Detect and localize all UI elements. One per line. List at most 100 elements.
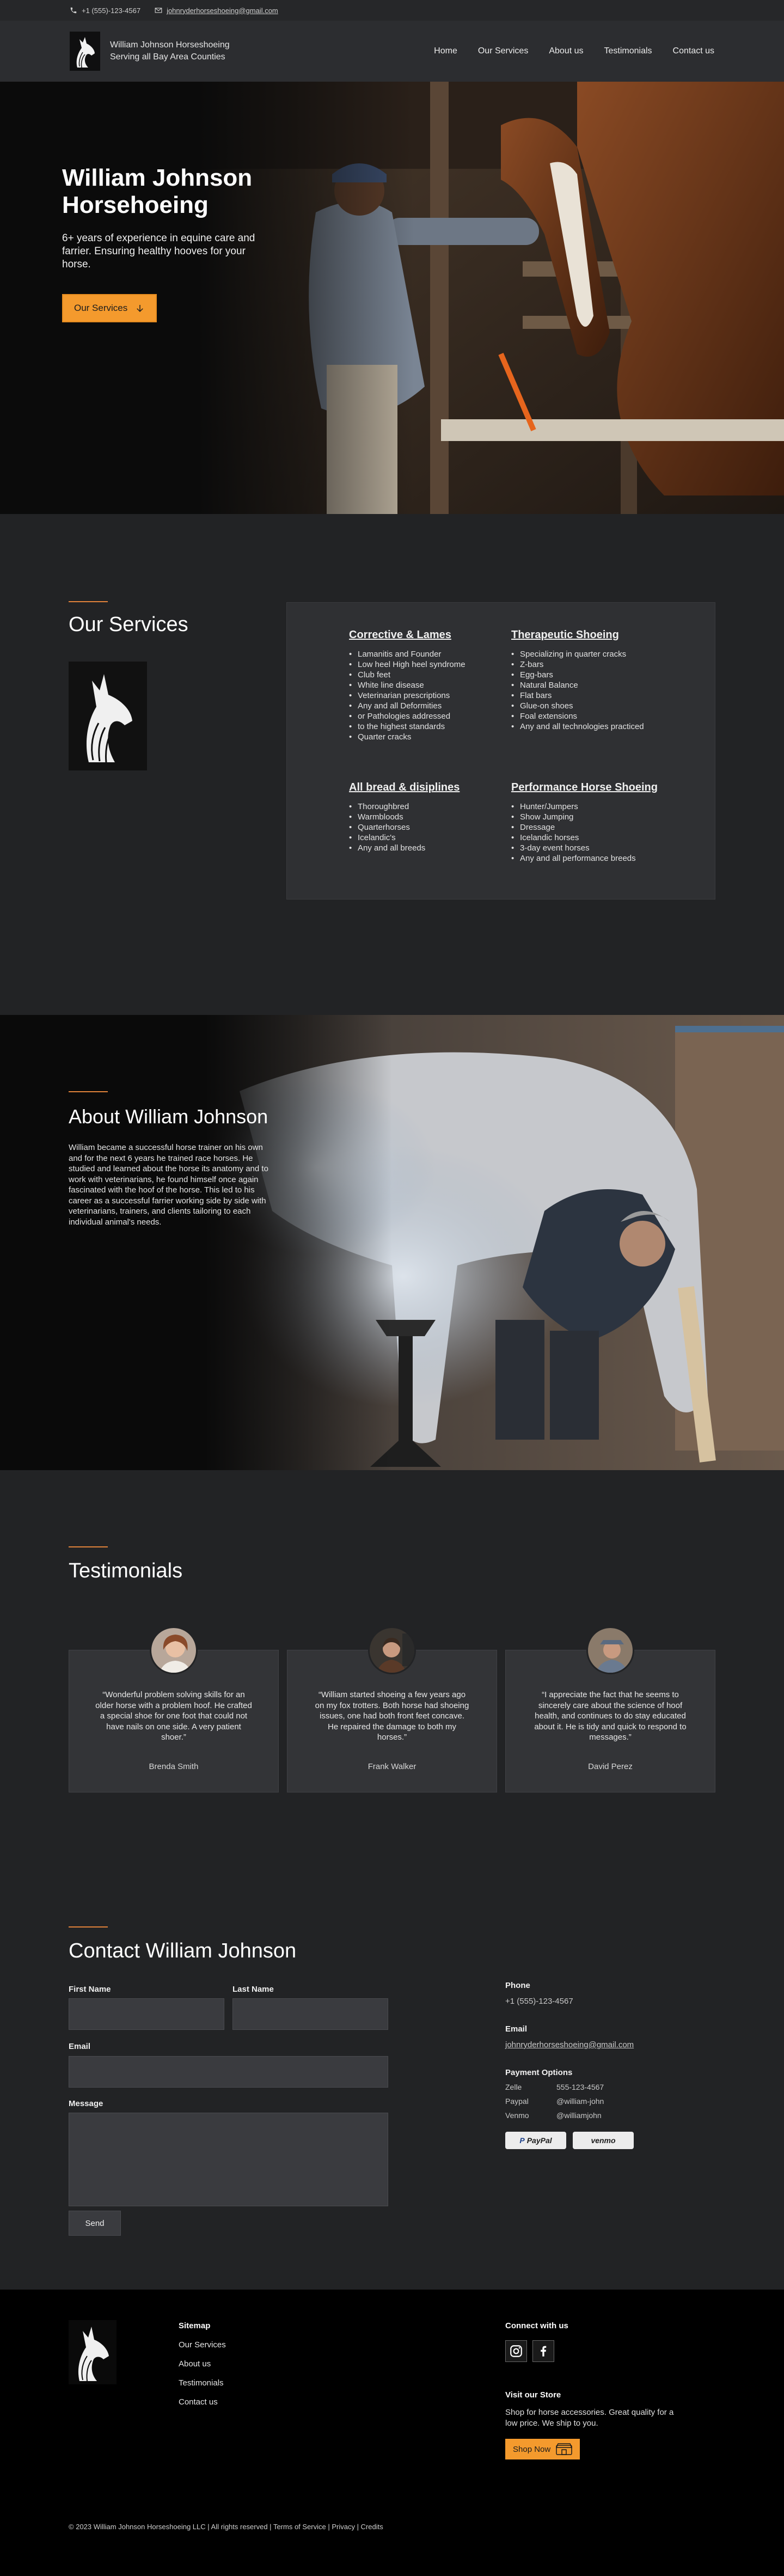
email-field[interactable]	[69, 2056, 388, 2088]
email-value[interactable]: johnryderhorseshoeing@gmail.com	[505, 2040, 723, 2049]
hero-title: William Johnson Horsehoeing	[62, 164, 253, 218]
about-body: William became a successful horse traine…	[69, 1143, 268, 1227]
contact-title: Contact William Johnson	[69, 1939, 297, 1962]
service-item: Warmbloods	[349, 812, 460, 822]
service-item: Club feet	[349, 670, 465, 680]
contact-heading-block: Contact William Johnson	[69, 1926, 296, 1963]
service-item: Glue-on shoes	[511, 701, 644, 711]
service-item: Foal extensions	[511, 711, 644, 721]
phone-value[interactable]: +1 (555)-123-4567	[505, 1997, 723, 2006]
brand-name: William Johnson Horseshoeing	[110, 40, 230, 50]
service-item: Icelandic's	[349, 833, 460, 843]
payment-list: Zelle 555-123-4567 Paypal @william-john Ve…	[505, 2083, 723, 2120]
paypal-badge-label: PayPal	[526, 2136, 552, 2145]
horse-head-image	[69, 662, 147, 770]
copyright-text: © 2023 William Johnson Horseshoeing LLC …	[69, 2523, 383, 2531]
service-list: Thoroughbred Warmbloods Quarterhorses Ic…	[349, 801, 460, 853]
contact-info: Phone +1 (555)-123-4567 Email johnryderh…	[505, 1981, 723, 2149]
service-item: Natural Balance	[511, 680, 644, 690]
main-nav: Home Our Services About us Testimonials …	[434, 44, 714, 58]
horse-logo-icon[interactable]	[69, 2320, 117, 2384]
footer-link-about-us[interactable]: About us	[179, 2359, 226, 2369]
avatar	[150, 1626, 198, 1674]
phone-icon	[70, 7, 77, 14]
avatar	[586, 1626, 634, 1674]
our-services-button[interactable]: Our Services	[62, 294, 157, 322]
phone-label: Phone	[505, 1981, 530, 1990]
hero-content: William Johnson Horsehoeing 6+ years of …	[62, 164, 258, 322]
testimonial-quote: “William started shoeing a few years ago…	[315, 1690, 469, 1742]
footer-connect: Connect with us Visit our Store Shop for…	[505, 2321, 685, 2459]
testimonial-author: Brenda Smith	[149, 1762, 199, 1771]
service-list: Lamanitis and Founder Low heel High heel…	[349, 649, 465, 742]
facebook-icon	[541, 2346, 547, 2357]
payment-row: Paypal @william-john	[505, 2097, 723, 2106]
site-footer: Sitemap Our Services About us Testimonia…	[0, 2290, 784, 2576]
service-heading: Performance Horse Shoeing	[511, 781, 658, 793]
social-links	[505, 2340, 685, 2362]
phone-contact[interactable]: +1 (555)-123-4567	[70, 7, 140, 15]
footer-link-our-services[interactable]: Our Services	[179, 2340, 226, 2349]
service-item: White line disease	[349, 680, 465, 690]
service-item: Any and all technologies practiced	[511, 721, 644, 732]
message-label: Message	[69, 2099, 103, 2108]
email-label: Email	[69, 2042, 91, 2051]
email-contact[interactable]: johnryderhorseshoeing@gmail.com	[155, 7, 278, 15]
mail-icon	[155, 8, 162, 13]
instagram-button[interactable]	[505, 2340, 527, 2362]
venmo-badge[interactable]: venmo	[573, 2132, 634, 2149]
nav-home[interactable]: Home	[434, 44, 457, 58]
message-field[interactable]	[69, 2113, 388, 2206]
send-button[interactable]: Send	[69, 2211, 121, 2236]
payment-method: Zelle	[505, 2083, 522, 2091]
email-info-label: Email	[505, 2024, 528, 2034]
service-list: Specializing in quarter cracks Z-bars Eg…	[511, 649, 644, 732]
shop-now-button[interactable]: Shop Now	[505, 2439, 580, 2459]
nav-about-us[interactable]: About us	[549, 44, 583, 58]
nav-our-services[interactable]: Our Services	[478, 44, 528, 58]
footer-link-contact-us[interactable]: Contact us	[179, 2397, 226, 2407]
brand-text: William Johnson Horseshoeing Serving all…	[110, 39, 230, 63]
email-link[interactable]: johnryderhorseshoeing@gmail.com	[167, 7, 278, 15]
service-heading: All bread & disiplines	[349, 781, 460, 793]
services-heading-block: Our Services	[69, 601, 188, 770]
payment-row: Venmo @williamjohn	[505, 2111, 723, 2120]
nav-testimonials[interactable]: Testimonials	[604, 44, 652, 58]
service-group-therapeutic: Therapeutic Shoeing Specializing in quar…	[511, 629, 644, 732]
payment-method: Paypal	[505, 2097, 529, 2106]
testimonial-card: “William started shoeing a few years ago…	[287, 1626, 497, 1792]
service-heading: Corrective & Lames	[349, 629, 451, 641]
service-item: to the highest standards	[349, 721, 465, 732]
about-content: About William Johnson William became a s…	[69, 1091, 275, 1227]
last-name-field[interactable]	[232, 1998, 388, 2030]
accent-divider	[69, 1546, 108, 1547]
venmo-badge-label: venmo	[591, 2136, 616, 2145]
service-item: Flat bars	[511, 690, 644, 701]
arrow-down-icon	[137, 305, 144, 313]
service-item: Any and all performance breeds	[511, 853, 658, 864]
avatar	[368, 1626, 416, 1674]
service-list: Hunter/Jumpers Show Jumping Dressage Ice…	[511, 801, 658, 864]
service-item: Veterinarian prescriptions	[349, 690, 465, 701]
paypal-badge[interactable]: P PayPal	[505, 2132, 566, 2149]
accent-divider	[69, 1091, 108, 1092]
top-bar: +1 (555)-123-4567 johnryderhorseshoeing@…	[0, 0, 784, 21]
payment-handle: @williamjohn	[556, 2111, 602, 2120]
horse-head-icon	[86, 674, 132, 763]
service-item: Dressage	[511, 822, 658, 833]
brand[interactable]: William Johnson Horseshoeing Serving all…	[70, 32, 230, 71]
nav-contact-us[interactable]: Contact us	[673, 44, 714, 58]
service-item: Any and all Deformities	[349, 701, 465, 711]
testimonial-author: David Perez	[588, 1762, 633, 1771]
testimonial-card: “Wonderful problem solving skills for an…	[69, 1626, 279, 1792]
first-name-field[interactable]	[69, 1998, 224, 2030]
footer-link-testimonials[interactable]: Testimonials	[179, 2378, 226, 2388]
testimonial-quote: “I appreciate the fact that he seems to …	[534, 1690, 687, 1742]
service-item: Lamanitis and Founder	[349, 649, 465, 659]
service-item: Icelandic horses	[511, 833, 658, 843]
sitemap-heading: Sitemap	[179, 2321, 211, 2330]
phone-text: +1 (555)-123-4567	[82, 6, 141, 15]
facebook-button[interactable]	[532, 2340, 554, 2362]
brand-tagline: Serving all Bay Area Counties	[110, 52, 225, 62]
payment-handle: 555-123-4567	[556, 2083, 604, 2091]
